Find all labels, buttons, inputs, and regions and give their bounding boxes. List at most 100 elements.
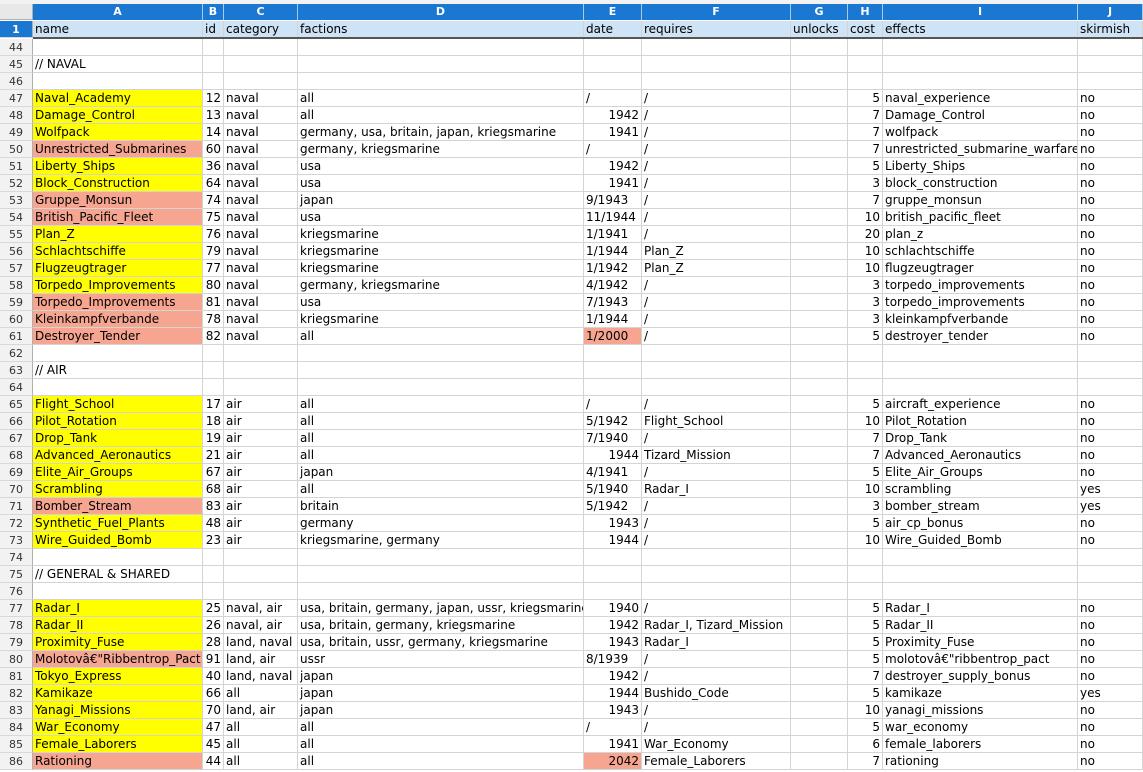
cell-unlocks[interactable] bbox=[791, 192, 848, 209]
row-number[interactable]: 76 bbox=[0, 583, 33, 600]
row-number[interactable]: 69 bbox=[0, 464, 33, 481]
cell-id[interactable]: 75 bbox=[203, 209, 224, 226]
cell-cost[interactable]: 10 bbox=[848, 481, 883, 498]
cell-id[interactable]: 47 bbox=[203, 719, 224, 736]
cell-cost[interactable]: 7 bbox=[848, 430, 883, 447]
cell-effects[interactable]: rationing bbox=[883, 753, 1078, 770]
cell-skirmish[interactable] bbox=[1078, 379, 1143, 396]
cell-id[interactable]: 78 bbox=[203, 311, 224, 328]
cell-skirmish[interactable]: no bbox=[1078, 464, 1143, 481]
cell-date[interactable] bbox=[584, 39, 642, 56]
cell-factions[interactable] bbox=[298, 56, 584, 73]
row-number[interactable]: 73 bbox=[0, 532, 33, 549]
cell-factions[interactable]: all bbox=[298, 413, 584, 430]
cell-effects[interactable]: flugzeugtrager bbox=[883, 260, 1078, 277]
header-cell-id[interactable]: id bbox=[203, 21, 224, 38]
cell-cost[interactable]: 7 bbox=[848, 107, 883, 124]
cell-date[interactable]: / bbox=[584, 719, 642, 736]
row-number[interactable]: 79 bbox=[0, 634, 33, 651]
cell-factions[interactable]: all bbox=[298, 396, 584, 413]
cell-name[interactable]: War_Economy bbox=[33, 719, 203, 736]
cell-factions[interactable]: all bbox=[298, 328, 584, 345]
cell-name[interactable]: Radar_I bbox=[33, 600, 203, 617]
cell-requires[interactable]: / bbox=[642, 651, 791, 668]
row-number[interactable]: 62 bbox=[0, 345, 33, 362]
cell-cost[interactable]: 3 bbox=[848, 175, 883, 192]
cell-skirmish[interactable] bbox=[1078, 362, 1143, 379]
cell-unlocks[interactable] bbox=[791, 107, 848, 124]
cell-requires[interactable] bbox=[642, 362, 791, 379]
column-header-i[interactable]: I bbox=[883, 4, 1078, 20]
cell-cost[interactable]: 5 bbox=[848, 328, 883, 345]
cell-factions[interactable]: ussr bbox=[298, 651, 584, 668]
row-number[interactable]: 71 bbox=[0, 498, 33, 515]
cell-unlocks[interactable] bbox=[791, 294, 848, 311]
cell-cost[interactable] bbox=[848, 566, 883, 583]
cell-requires[interactable]: Plan_Z bbox=[642, 260, 791, 277]
cell-effects[interactable]: unrestricted_submarine_warfare bbox=[883, 141, 1078, 158]
cell-effects[interactable]: torpedo_improvements bbox=[883, 277, 1078, 294]
cell-date[interactable]: 1/1944 bbox=[584, 243, 642, 260]
cell-factions[interactable]: germany, usa, britain, japan, kriegsmari… bbox=[298, 124, 584, 141]
cell-cost[interactable]: 5 bbox=[848, 90, 883, 107]
cell-date[interactable]: 4/1942 bbox=[584, 277, 642, 294]
cell-unlocks[interactable] bbox=[791, 668, 848, 685]
cell-cost[interactable]: 10 bbox=[848, 413, 883, 430]
cell-date[interactable]: 1942 bbox=[584, 617, 642, 634]
cell-name[interactable]: Plan_Z bbox=[33, 226, 203, 243]
cell-unlocks[interactable] bbox=[791, 243, 848, 260]
cell-skirmish[interactable]: no bbox=[1078, 719, 1143, 736]
cell-date[interactable] bbox=[584, 56, 642, 73]
cell-cost[interactable]: 7 bbox=[848, 124, 883, 141]
cell-effects[interactable]: Elite_Air_Groups bbox=[883, 464, 1078, 481]
cell-cost[interactable]: 5 bbox=[848, 600, 883, 617]
row-number[interactable]: 60 bbox=[0, 311, 33, 328]
cell-effects[interactable] bbox=[883, 73, 1078, 90]
cell-category[interactable]: naval bbox=[224, 90, 298, 107]
cell-name[interactable]: Advanced_Aeronautics bbox=[33, 447, 203, 464]
cell-id[interactable]: 17 bbox=[203, 396, 224, 413]
cell-skirmish[interactable]: no bbox=[1078, 158, 1143, 175]
cell-category[interactable]: land, air bbox=[224, 651, 298, 668]
row-number[interactable]: 66 bbox=[0, 413, 33, 430]
row-number[interactable]: 54 bbox=[0, 209, 33, 226]
cell-skirmish[interactable]: no bbox=[1078, 430, 1143, 447]
cell-name[interactable]: Gruppe_Monsun bbox=[33, 192, 203, 209]
row-number[interactable]: 53 bbox=[0, 192, 33, 209]
cell-id[interactable] bbox=[203, 362, 224, 379]
row-number[interactable]: 70 bbox=[0, 481, 33, 498]
cell-cost[interactable] bbox=[848, 56, 883, 73]
cell-category[interactable]: naval bbox=[224, 243, 298, 260]
cell-requires[interactable]: / bbox=[642, 124, 791, 141]
cell-name[interactable]: // AIR bbox=[33, 362, 203, 379]
cell-date[interactable]: 1943 bbox=[584, 702, 642, 719]
row-number[interactable]: 55 bbox=[0, 226, 33, 243]
cell-id[interactable]: 66 bbox=[203, 685, 224, 702]
cell-category[interactable]: naval bbox=[224, 226, 298, 243]
cell-factions[interactable] bbox=[298, 566, 584, 583]
cell-requires[interactable]: / bbox=[642, 277, 791, 294]
cell-requires[interactable] bbox=[642, 566, 791, 583]
cell-id[interactable] bbox=[203, 379, 224, 396]
cell-effects[interactable] bbox=[883, 39, 1078, 56]
column-header-e[interactable]: E bbox=[584, 4, 642, 20]
cell-id[interactable]: 45 bbox=[203, 736, 224, 753]
cell-effects[interactable]: Wire_Guided_Bomb bbox=[883, 532, 1078, 549]
cell-name[interactable]: Liberty_Ships bbox=[33, 158, 203, 175]
cell-effects[interactable] bbox=[883, 583, 1078, 600]
cell-date[interactable] bbox=[584, 566, 642, 583]
cell-effects[interactable]: bomber_stream bbox=[883, 498, 1078, 515]
cell-name[interactable] bbox=[33, 379, 203, 396]
cell-effects[interactable]: Liberty_Ships bbox=[883, 158, 1078, 175]
cell-requires[interactable]: / bbox=[642, 158, 791, 175]
cell-effects[interactable]: plan_z bbox=[883, 226, 1078, 243]
cell-factions[interactable] bbox=[298, 73, 584, 90]
cell-cost[interactable]: 5 bbox=[848, 617, 883, 634]
cell-effects[interactable]: schlachtschiffe bbox=[883, 243, 1078, 260]
cell-id[interactable] bbox=[203, 56, 224, 73]
cell-effects[interactable]: gruppe_monsun bbox=[883, 192, 1078, 209]
cell-name[interactable] bbox=[33, 345, 203, 362]
cell-effects[interactable]: Pilot_Rotation bbox=[883, 413, 1078, 430]
cell-category[interactable]: naval, air bbox=[224, 617, 298, 634]
cell-factions[interactable]: germany, kriegsmarine bbox=[298, 277, 584, 294]
